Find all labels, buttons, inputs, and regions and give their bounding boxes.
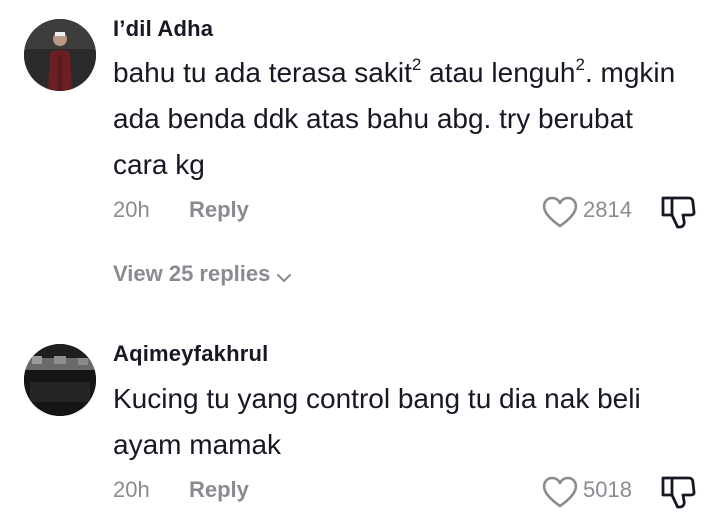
thumbs-down-icon[interactable]: [660, 474, 696, 510]
avatar[interactable]: [24, 19, 96, 91]
comment-timestamp: 20h: [113, 477, 150, 502]
comment-actions: 20h Reply 2814: [0, 191, 720, 231]
reply-button[interactable]: Reply: [189, 197, 249, 223]
comment-text-superscript: 2: [411, 54, 422, 74]
heart-outline-icon[interactable]: [541, 475, 579, 509]
reply-button[interactable]: Reply: [189, 477, 249, 503]
comment-username[interactable]: I’dil Adha: [113, 16, 213, 42]
comment-text-superscript: 2: [575, 54, 585, 74]
view-replies-label: View 25 replies: [113, 261, 271, 286]
like-count: 2814: [583, 197, 632, 222]
like-count: 5018: [583, 477, 632, 502]
avatar-photo: [24, 344, 96, 416]
comment-text-part: atau lenguh: [421, 57, 576, 88]
comment-text: Kucing tu yang control bang tu dia nak b…: [113, 383, 641, 460]
comment-timestamp: 20h: [113, 197, 150, 222]
comment-item: I’dil Adha bahu tu ada terasa sakit2 ata…: [0, 0, 720, 300]
avatar-photo: [24, 19, 96, 91]
heart-outline-icon[interactable]: [541, 195, 579, 229]
comment-username[interactable]: Aqimeyfakhrul: [113, 341, 268, 367]
avatar[interactable]: [24, 344, 96, 416]
view-replies-button[interactable]: View 25 replies: [113, 261, 292, 287]
comment-actions: 20h Reply 5018: [0, 471, 720, 511]
comment-text: bahu tu ada terasa sakit2 atau lenguh2. …: [113, 50, 693, 188]
comment-text-part: bahu tu ada terasa sakit: [113, 57, 412, 88]
chevron-down-icon: [276, 266, 292, 282]
thumbs-down-icon[interactable]: [660, 194, 696, 230]
comment-item: Aqimeyfakhrul Kucing tu yang control ban…: [0, 330, 720, 523]
